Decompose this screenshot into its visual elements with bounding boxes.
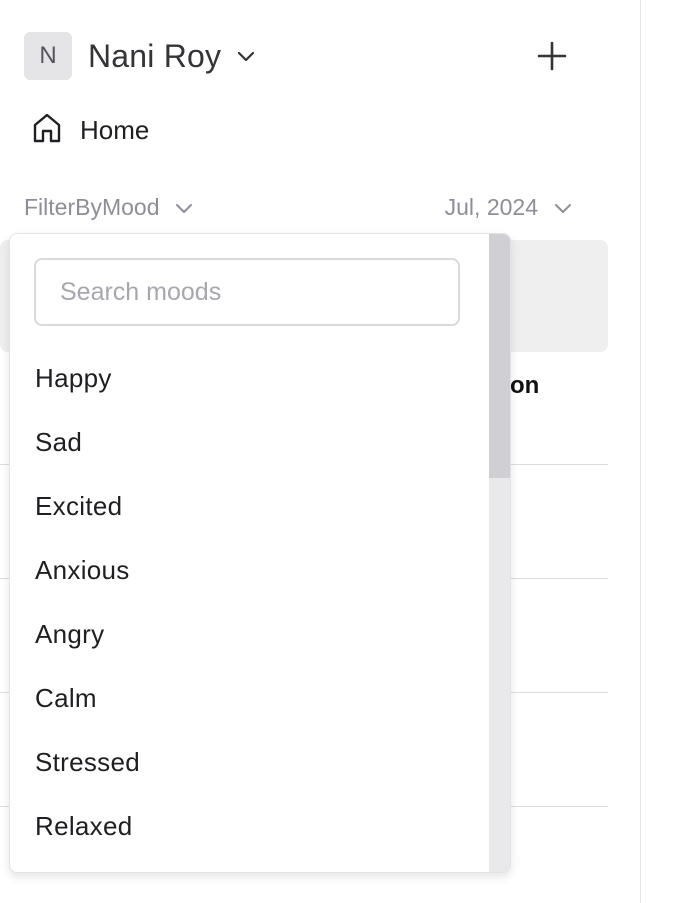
mood-option-relaxed[interactable]: Relaxed <box>10 794 488 858</box>
mood-option-anxious[interactable]: Anxious <box>10 538 488 602</box>
app-page: N Nani Roy Home FilterByMood Jul, 2024 s… <box>0 0 680 903</box>
mood-option-happy[interactable]: Happy <box>10 346 488 410</box>
mood-option-angry[interactable]: Angry <box>10 602 488 666</box>
add-button[interactable] <box>532 38 572 78</box>
filter-bar: FilterByMood Jul, 2024 <box>24 194 584 224</box>
mood-option-calm[interactable]: Calm <box>10 666 488 730</box>
plus-icon <box>536 40 568 77</box>
nav-home[interactable]: Home <box>32 112 149 149</box>
mood-search-input[interactable] <box>34 258 460 326</box>
avatar: N <box>24 32 72 80</box>
date-filter-label: Jul, 2024 <box>444 194 538 220</box>
scrollbar-track[interactable] <box>489 234 510 872</box>
panel-divider <box>640 0 641 903</box>
chevron-down-icon <box>235 45 257 67</box>
mood-filter-select[interactable]: FilterByMood <box>24 194 195 221</box>
chevron-down-icon <box>552 197 574 219</box>
mood-option-sad[interactable]: Sad <box>10 410 488 474</box>
chevron-down-icon <box>173 197 195 219</box>
mood-option-stressed[interactable]: Stressed <box>10 730 488 794</box>
account-switcher[interactable]: N Nani Roy <box>24 32 257 80</box>
scrollbar-thumb[interactable] <box>489 234 510 478</box>
user-name: Nani Roy <box>88 37 222 74</box>
mood-filter-label: FilterByMood <box>24 194 160 220</box>
home-icon <box>32 112 62 149</box>
nav-home-label: Home <box>80 115 150 145</box>
mood-dropdown: Happy Sad Excited Anxious Angry Calm Str… <box>9 233 511 873</box>
mood-options-list: Happy Sad Excited Anxious Angry Calm Str… <box>10 346 488 858</box>
date-filter-select[interactable]: Jul, 2024 <box>445 194 574 221</box>
mood-option-excited[interactable]: Excited <box>10 474 488 538</box>
